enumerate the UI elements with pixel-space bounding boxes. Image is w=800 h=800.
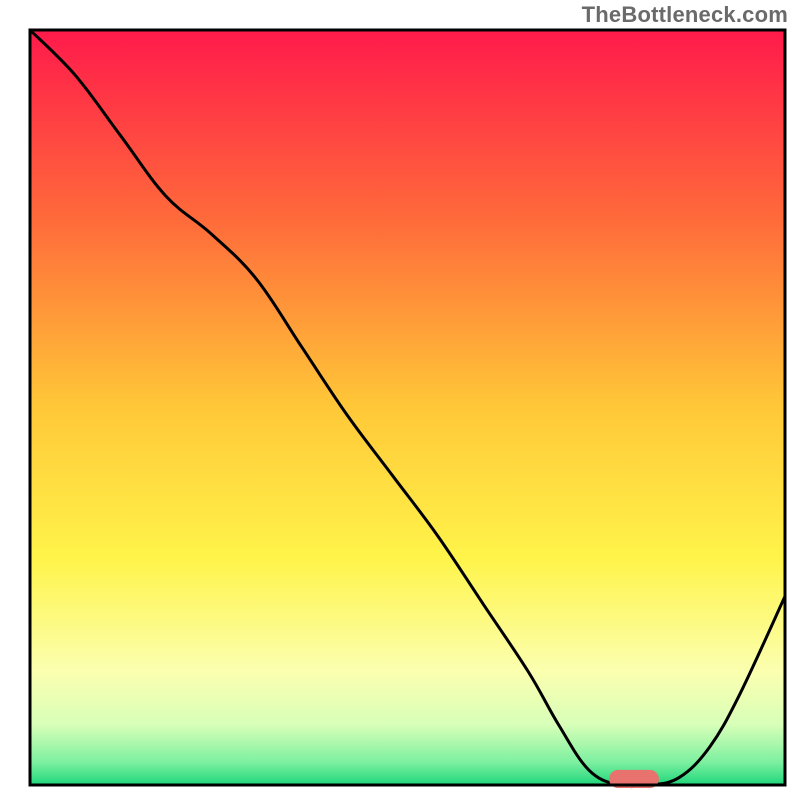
bottleneck-chart bbox=[0, 0, 800, 800]
chart-container: TheBottleneck.com bbox=[0, 0, 800, 800]
watermark-text: TheBottleneck.com bbox=[582, 2, 788, 28]
gradient-background bbox=[30, 30, 785, 785]
